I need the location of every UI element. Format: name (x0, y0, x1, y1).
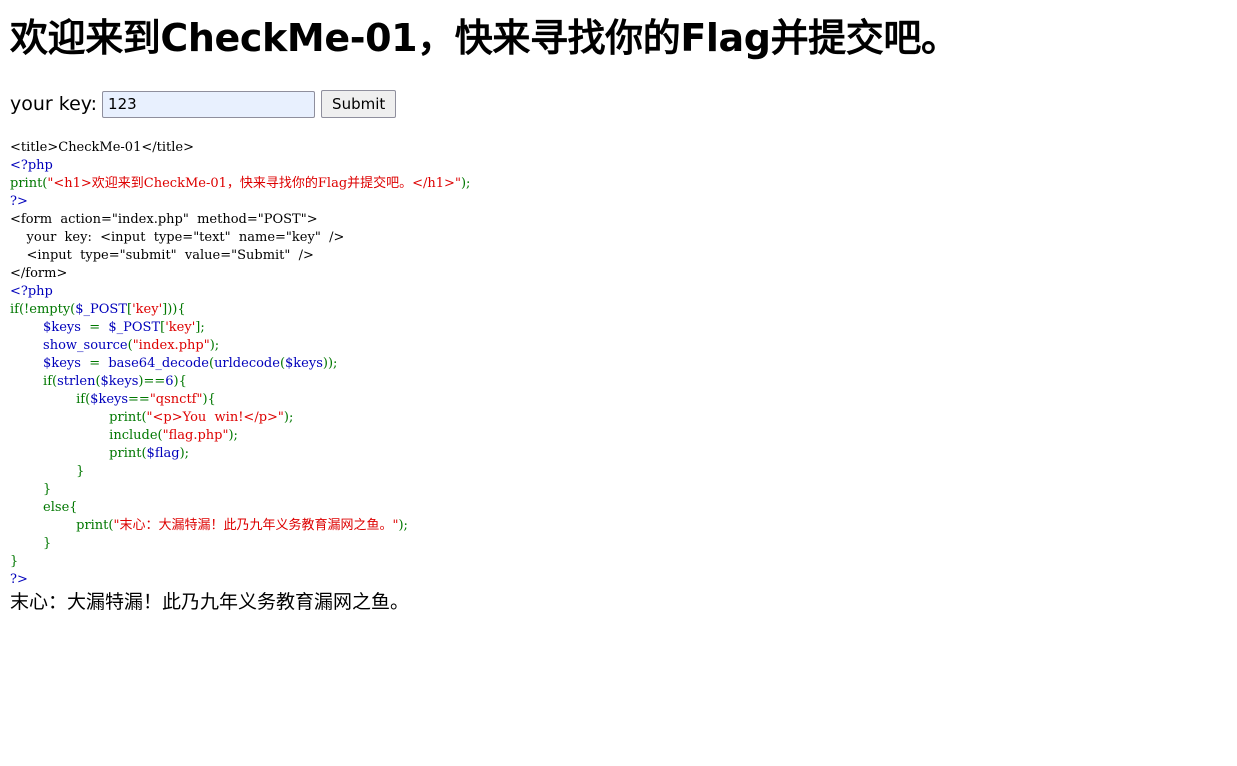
source-token: <title>CheckMe-01</title> (10, 140, 194, 155)
source-token: $keys (90, 392, 129, 407)
source-token: </form> (10, 266, 68, 281)
source-token: "index.php" (132, 338, 210, 353)
source-line: <?php (10, 283, 470, 301)
source-token: ){ (173, 374, 187, 389)
source-token: strlen (57, 374, 96, 389)
source-token: ); (209, 338, 220, 353)
source-token: 'key' (132, 302, 163, 317)
source-token: ?> (10, 194, 28, 209)
source-token: print( (10, 446, 147, 461)
source-line: print("<h1>欢迎来到CheckMe-01，快来寻找你的Flag并提交吧… (10, 175, 470, 193)
source-line: include("flag.php"); (10, 427, 470, 445)
source-token: = (89, 320, 109, 335)
source-token: $keys (10, 320, 90, 335)
source-token: "qsnctf" (149, 392, 203, 407)
source-token: <?php (10, 284, 53, 299)
source-line: <?php (10, 157, 470, 175)
page: 欢迎来到CheckMe-01，快来寻找你的Flag并提交吧。 your key:… (0, 0, 1237, 766)
source-token: } (10, 536, 52, 551)
source-line: } (10, 463, 470, 481)
source-token: $keys (10, 356, 90, 371)
key-form: your key: Submit (10, 89, 397, 119)
source-token: urldecode (214, 356, 280, 371)
source-token: ){ (202, 392, 216, 407)
source-token: ); (179, 446, 190, 461)
source-token: 6 (165, 374, 174, 389)
source-token: if( (10, 392, 91, 407)
source-line: ?> (10, 193, 470, 211)
source-line: } (10, 535, 470, 553)
source-line: <input type="submit" value="Submit" /> (10, 247, 470, 265)
source-token: $_POST (108, 320, 161, 335)
source-token: )); (322, 356, 338, 371)
source-token: "flag.php" (162, 428, 229, 443)
source-token: include( (10, 428, 163, 443)
source-token: } (10, 482, 52, 497)
source-token: $flag (146, 446, 180, 461)
source-line: print("末心：大漏特漏！此乃九年义务教育漏网之鱼。"); (10, 517, 470, 535)
key-label: your key: (10, 93, 98, 115)
source-token: } (10, 554, 19, 569)
source-token: )== (138, 374, 166, 389)
source-token: $keys (285, 356, 323, 371)
source-token: ); (228, 428, 238, 443)
source-token: ); (460, 176, 471, 191)
source-token: == (128, 392, 150, 407)
source-line: <title>CheckMe-01</title> (10, 139, 470, 157)
source-token: <form action="index.php" method="POST"> (10, 212, 318, 227)
source-token: ])){ (162, 302, 186, 317)
source-token: ]; (195, 320, 205, 335)
source-token: $keys (100, 374, 139, 389)
source-line: } (10, 481, 470, 499)
source-token: } (10, 464, 85, 479)
source-line: } (10, 553, 470, 571)
page-heading: 欢迎来到CheckMe-01，快来寻找你的Flag并提交吧。 (10, 16, 959, 60)
source-line: $keys = $_POST['key']; (10, 319, 470, 337)
source-line: print("<p>You win!</p>"); (10, 409, 470, 427)
source-token: print( (10, 518, 114, 533)
source-token: "<p>You win!</p>" (146, 410, 284, 425)
source-line: print($flag); (10, 445, 470, 463)
source-line: <form action="index.php" method="POST"> (10, 211, 470, 229)
source-token: your key: <input type="text" name="key" … (10, 230, 345, 245)
source-token: ); (398, 518, 408, 533)
source-token: ?> (10, 572, 28, 587)
source-line: if(!empty($_POST['key'])){ (10, 301, 470, 319)
source-token: "末心：大漏特漏！此乃九年义务教育漏网之鱼。" (113, 518, 399, 533)
source-line: ?> (10, 571, 470, 589)
source-line: </form> (10, 265, 470, 283)
result-message: 末心：大漏特漏！此乃九年义务教育漏网之鱼。 (10, 591, 410, 613)
key-input[interactable] (102, 90, 316, 118)
source-line: show_source("index.php"); (10, 337, 470, 355)
source-line: else{ (10, 499, 470, 517)
source-token: print( (10, 176, 48, 191)
submit-button[interactable]: Submit (321, 90, 397, 118)
php-source-code: <title>CheckMe-01</title> <?php print("<h1… (10, 139, 470, 589)
source-token: 'key' (165, 320, 196, 335)
source-token: show_source (10, 338, 128, 353)
source-token: if(!empty( (10, 302, 76, 317)
source-token: = (89, 356, 109, 371)
source-line: your key: <input type="text" name="key" … (10, 229, 470, 247)
source-token: if( (10, 374, 58, 389)
source-line: $keys = base64_decode(urldecode($keys)); (10, 355, 470, 373)
source-line: if(strlen($keys)==6){ (10, 373, 470, 391)
source-token: else{ (10, 500, 78, 515)
source-line: if($keys=="qsnctf"){ (10, 391, 470, 409)
source-token: <input type="submit" value="Submit" /> (10, 248, 314, 263)
source-token: ); (283, 410, 294, 425)
source-token: print( (10, 410, 147, 425)
source-token: $_POST (75, 302, 128, 317)
source-token: base64_decode (108, 356, 209, 371)
source-token: <?php (10, 158, 53, 173)
source-token: "<h1>欢迎来到CheckMe-01，快来寻找你的Flag并提交吧。</h1>… (47, 176, 461, 191)
